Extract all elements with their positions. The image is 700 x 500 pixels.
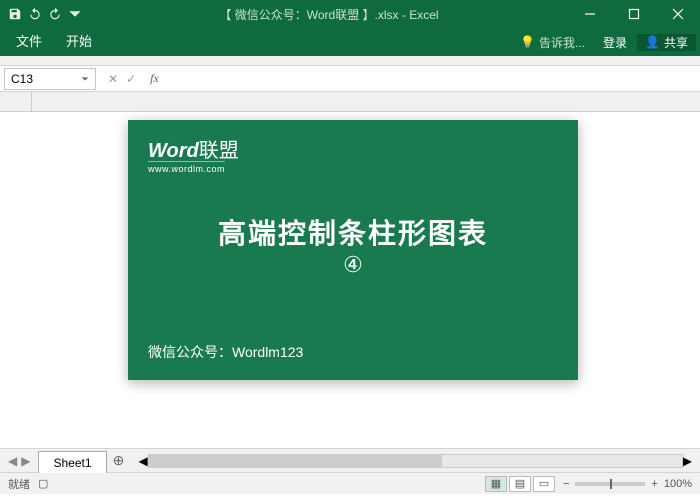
add-sheet-button[interactable]: ⊕ <box>107 452 131 469</box>
status-ready: 就绪 <box>8 476 30 492</box>
title-bar: 【 微信公众号：Word联盟 】.xlsx - Excel <box>0 0 700 28</box>
overlay-url: www.wordlm.com <box>148 161 225 174</box>
column-headers <box>0 92 700 112</box>
formula-input[interactable] <box>165 69 700 89</box>
view-page-break-button[interactable]: ▭ <box>533 476 555 492</box>
close-button[interactable] <box>656 0 700 28</box>
worksheet-area: Word联盟 www.wordlm.com 高端控制条柱形图表 ④ 微信公众号：… <box>0 92 700 448</box>
view-normal-button[interactable]: ▦ <box>485 476 507 492</box>
status-bar: 就绪 ▢ ▦ ▤ ▭ − + 100% <box>0 472 700 494</box>
view-page-layout-button[interactable]: ▤ <box>509 476 531 492</box>
redo-icon[interactable] <box>48 7 62 21</box>
qat-dropdown-icon[interactable] <box>68 7 82 21</box>
undo-icon[interactable] <box>28 7 42 21</box>
macro-record-icon[interactable]: ▢ <box>38 477 48 490</box>
chevron-down-icon[interactable] <box>81 75 89 83</box>
fx-icon[interactable]: fx <box>144 71 165 86</box>
zoom-out-icon[interactable]: − <box>563 478 569 490</box>
tell-me[interactable]: 💡告诉我... <box>512 34 593 51</box>
ribbon-body-collapsed <box>0 56 700 66</box>
zoom-control[interactable]: − + 100% <box>563 478 692 490</box>
horizontal-scrollbar[interactable]: ◀▶ <box>139 454 692 468</box>
share-button[interactable]: 👤共享 <box>637 34 696 51</box>
sheet-tab-bar: ◀▶ Sheet1 ⊕ ◀▶ <box>0 448 700 472</box>
overlay-number: ④ <box>128 252 578 278</box>
nav-next-icon[interactable]: ▶ <box>21 454 30 468</box>
save-icon[interactable] <box>8 7 22 21</box>
tab-0[interactable]: 开始 <box>54 28 104 56</box>
formula-bar: C13 ✕ ✓ fx <box>0 66 700 92</box>
nav-prev-icon[interactable]: ◀ <box>8 454 17 468</box>
minimize-button[interactable] <box>568 0 612 28</box>
floating-image-overlay[interactable]: Word联盟 www.wordlm.com 高端控制条柱形图表 ④ 微信公众号：… <box>128 120 578 380</box>
overlay-logo: Word联盟 <box>148 134 239 163</box>
sheet-nav[interactable]: ◀▶ <box>0 454 38 468</box>
tab-file[interactable]: 文件 <box>4 28 54 56</box>
sheet-tab[interactable]: Sheet1 <box>38 451 106 473</box>
ribbon-tabs: 文件 开始 💡告诉我... 登录 👤共享 <box>0 28 700 56</box>
cancel-icon[interactable]: ✕ <box>108 72 118 86</box>
zoom-level: 100% <box>664 478 692 490</box>
maximize-button[interactable] <box>612 0 656 28</box>
share-icon: 👤 <box>645 35 660 49</box>
name-box[interactable]: C13 <box>4 68 96 90</box>
window-controls <box>568 0 700 28</box>
zoom-in-icon[interactable]: + <box>651 478 657 490</box>
login-button[interactable]: 登录 <box>593 34 637 51</box>
quick-access-toolbar <box>0 7 90 21</box>
view-buttons: ▦ ▤ ▭ <box>485 476 555 492</box>
select-all-corner[interactable] <box>0 92 32 111</box>
window-title: 【 微信公众号：Word联盟 】.xlsx - Excel <box>90 6 568 23</box>
overlay-subtitle: 微信公众号：Wordlm123 <box>148 342 303 362</box>
overlay-title: 高端控制条柱形图表 <box>128 212 578 252</box>
enter-icon[interactable]: ✓ <box>126 72 136 86</box>
zoom-slider[interactable] <box>575 482 645 486</box>
